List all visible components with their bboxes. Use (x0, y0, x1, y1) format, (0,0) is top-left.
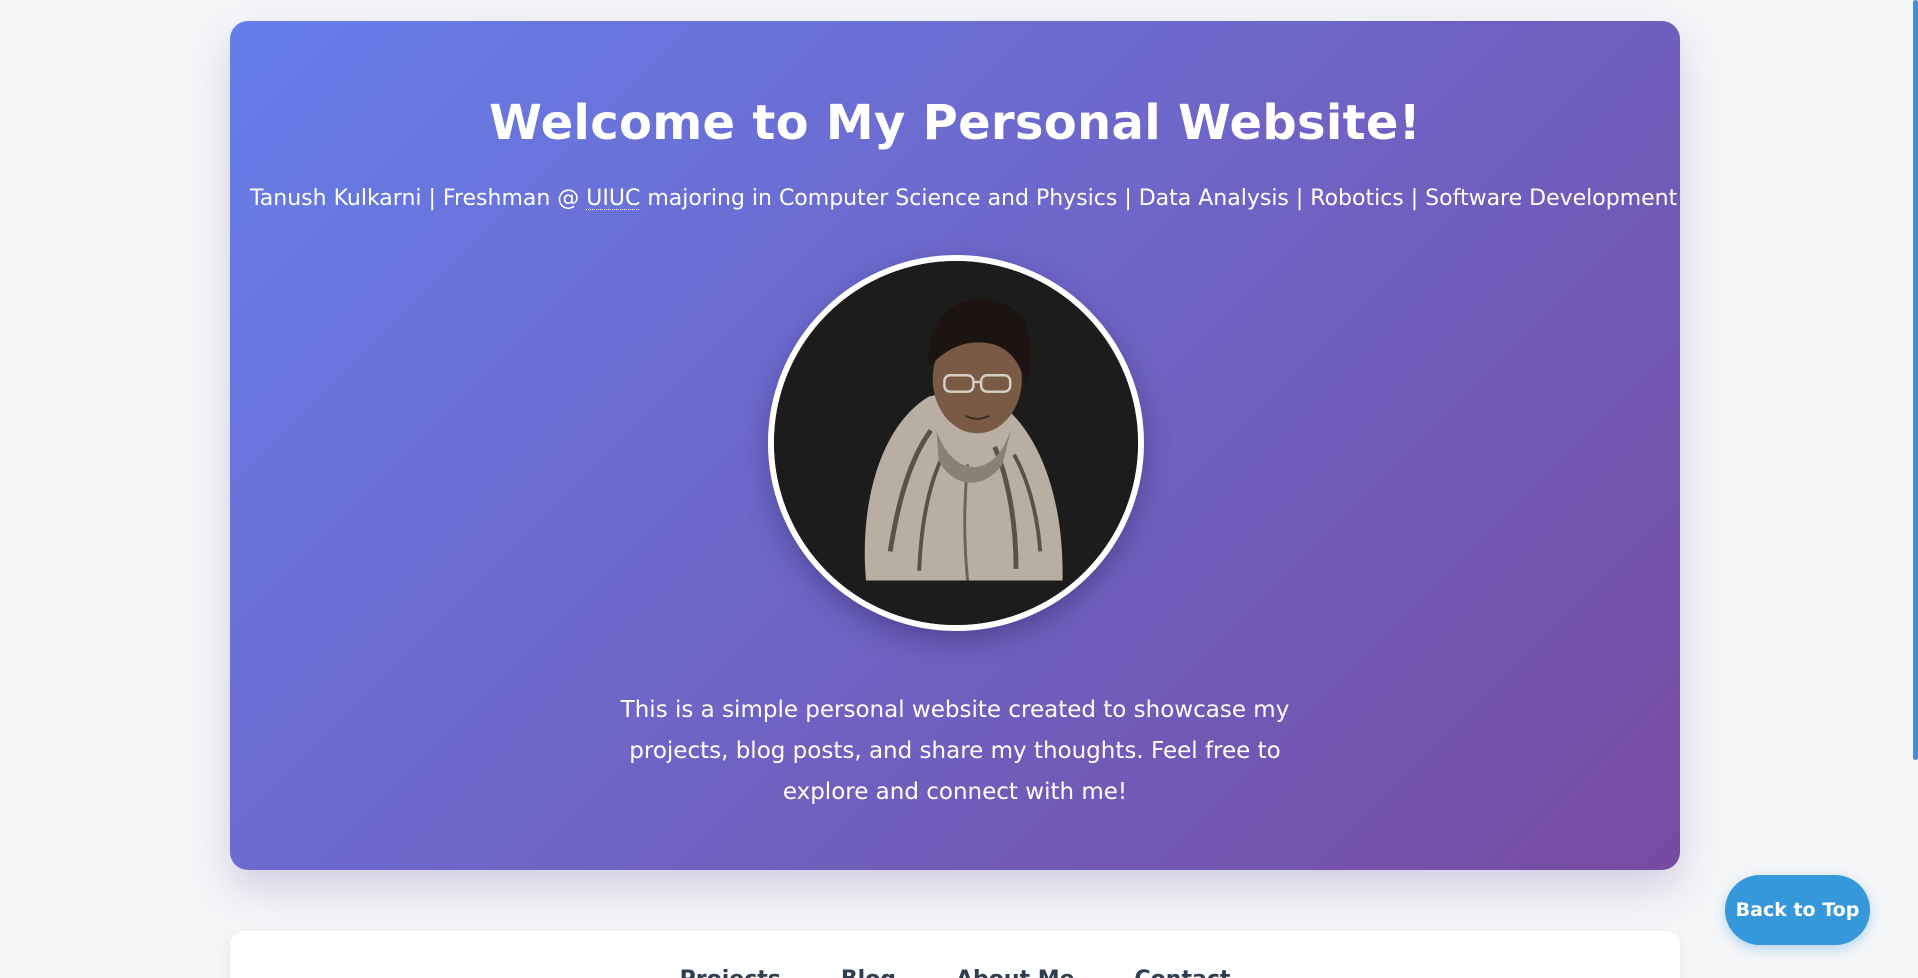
hero-subtitle: Tanush Kulkarni | Freshman @ UIUC majori… (250, 184, 1677, 214)
back-to-top-button[interactable]: Back to Top (1725, 875, 1870, 945)
page: Welcome to My Personal Website! Tanush K… (0, 0, 1918, 978)
subtitle-name-text: Tanush Kulkarni | Freshman @ (250, 186, 587, 211)
nav-list: Projects Blog About Me Contact (230, 967, 1680, 978)
nav-item-projects: Projects (680, 967, 781, 978)
profile-portrait-illustration (774, 261, 1138, 625)
nav-item-contact: Contact (1135, 967, 1231, 978)
nav-link-blog[interactable]: Blog (841, 967, 896, 978)
hero-description: This is a simple personal website create… (620, 697, 1290, 805)
scrollbar-thumb[interactable] (1913, 0, 1918, 760)
page-scrollbar[interactable] (1910, 0, 1918, 978)
nav-link-projects[interactable]: Projects (680, 967, 781, 978)
page-title: Welcome to My Personal Website! (489, 95, 1421, 151)
nav-item-blog: Blog (841, 967, 896, 978)
hero-card: Welcome to My Personal Website! Tanush K… (230, 21, 1680, 870)
profile-avatar (768, 255, 1144, 631)
nav-link-about-me[interactable]: About Me (956, 967, 1075, 978)
section-nav: Projects Blog About Me Contact (230, 931, 1680, 978)
nav-item-about: About Me (956, 967, 1075, 978)
subtitle-fields-text: majoring in Computer Science and Physics… (640, 186, 1678, 211)
uiuc-abbreviation[interactable]: UIUC (586, 186, 640, 211)
nav-link-contact[interactable]: Contact (1135, 967, 1231, 978)
